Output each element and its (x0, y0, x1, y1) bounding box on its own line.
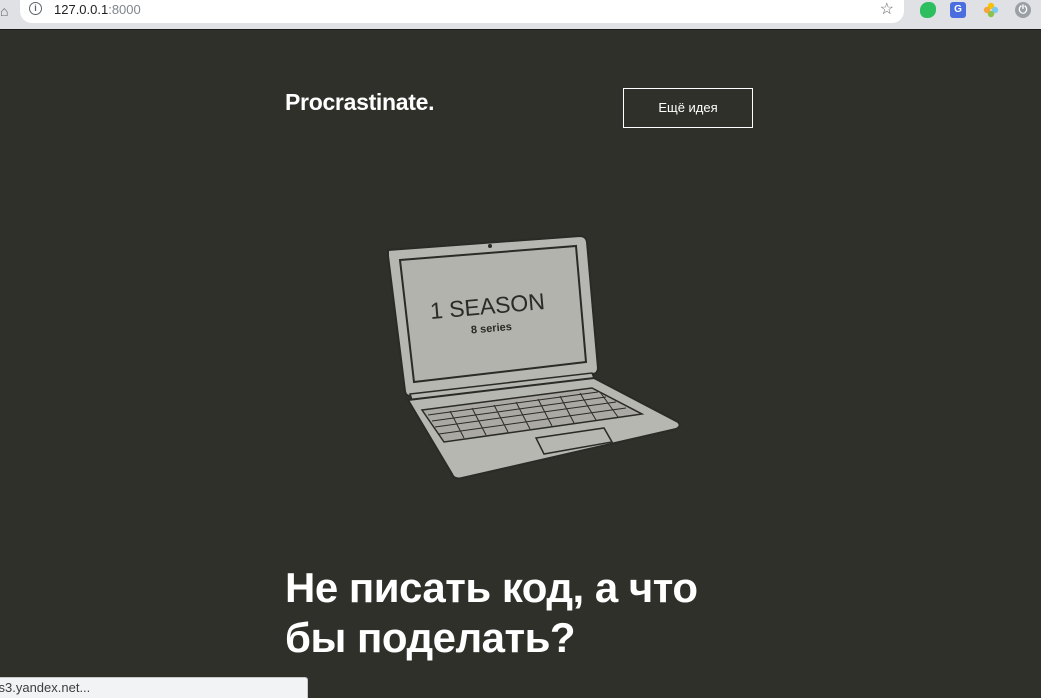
bookmark-star-icon[interactable]: ☆ (880, 1, 894, 19)
url-text[interactable]: 127.0.0.1:8000 (54, 2, 141, 18)
address-bar[interactable]: i 127.0.0.1:8000 ☆ (20, 0, 904, 23)
flower-icon[interactable] (983, 2, 999, 18)
evernote-icon[interactable] (920, 2, 936, 18)
site-logo[interactable]: Procrastinate. (285, 89, 435, 116)
site-info-icon[interactable]: i (29, 2, 42, 15)
url-port: :8000 (108, 2, 141, 17)
translate-icon[interactable]: G (950, 2, 966, 18)
url-host: 127.0.0.1 (54, 2, 109, 17)
browser-toolbar: ⌂ i 127.0.0.1:8000 ☆ G ⏻ (0, 0, 1041, 30)
status-bar: ss3.yandex.net... (0, 677, 308, 698)
laptop-illustration: 1 SEASON 8 series (387, 234, 681, 480)
page-headline: Не писать код, а что бы поделать? (285, 564, 698, 661)
another-idea-button[interactable]: Ещё идея (623, 88, 753, 128)
power-icon[interactable]: ⏻ (1015, 2, 1031, 18)
home-icon[interactable]: ⌂ (0, 3, 12, 19)
